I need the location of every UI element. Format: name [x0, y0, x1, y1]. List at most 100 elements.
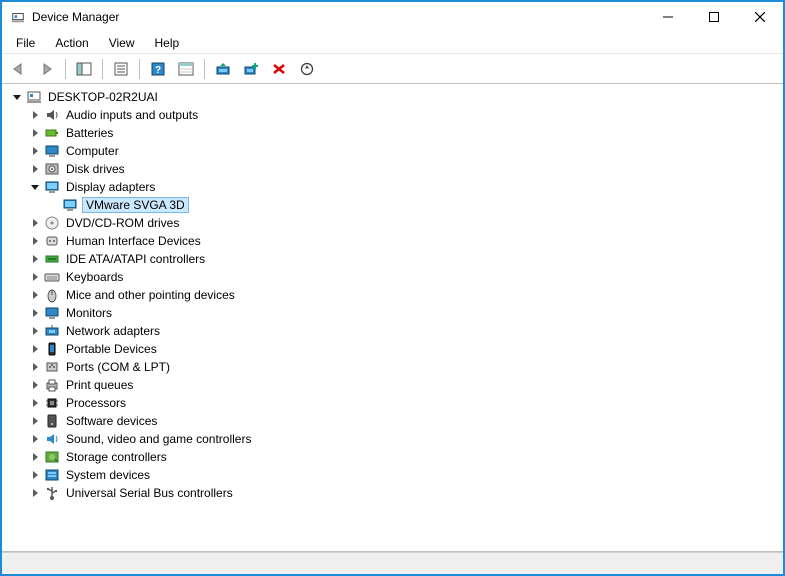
tree-category-node[interactable]: Software devices [2, 412, 783, 430]
tree-category-node[interactable]: Batteries [2, 124, 783, 142]
tree-category-node[interactable]: Display adapters [2, 178, 783, 196]
portable-icon [44, 341, 60, 357]
expand-icon[interactable] [28, 234, 42, 248]
tree-node-label: Keyboards [64, 270, 125, 284]
tree-node-label: Human Interface Devices [64, 234, 203, 248]
tree-node-label: Network adapters [64, 324, 162, 338]
keyboard-icon [44, 269, 60, 285]
tree-node-label: Software devices [64, 414, 159, 428]
expand-icon[interactable] [28, 450, 42, 464]
tree-category-node[interactable]: Portable Devices [2, 340, 783, 358]
tree-category-node[interactable]: IDE ATA/ATAPI controllers [2, 250, 783, 268]
svg-text:?: ? [155, 65, 161, 76]
menu-action[interactable]: Action [47, 34, 96, 52]
menu-file[interactable]: File [8, 34, 43, 52]
disable-device-button[interactable] [266, 57, 292, 81]
expand-icon[interactable] [28, 414, 42, 428]
usb-icon [44, 485, 60, 501]
tree-node-label: Storage controllers [64, 450, 169, 464]
tree-category-node[interactable]: Universal Serial Bus controllers [2, 484, 783, 502]
expand-icon[interactable] [28, 468, 42, 482]
tree-root-node[interactable]: DESKTOP-02R2UAI [2, 88, 783, 106]
app-icon [10, 9, 26, 25]
forward-button[interactable] [34, 57, 60, 81]
expand-icon[interactable] [28, 270, 42, 284]
expand-icon[interactable] [28, 162, 42, 176]
expand-icon[interactable] [28, 126, 42, 140]
expand-icon[interactable] [28, 486, 42, 500]
tree-device-node[interactable]: VMware SVGA 3D [2, 196, 783, 214]
tree-category-node[interactable]: Keyboards [2, 268, 783, 286]
storage-icon [44, 449, 60, 465]
tree-category-node[interactable]: Print queues [2, 376, 783, 394]
tree-node-label: Portable Devices [64, 342, 159, 356]
toolbar-separator [102, 59, 103, 79]
dvd-icon [44, 215, 60, 231]
detail-view-button[interactable] [173, 57, 199, 81]
back-button[interactable] [6, 57, 32, 81]
expand-icon[interactable] [28, 432, 42, 446]
scan-hardware-button[interactable] [294, 57, 320, 81]
tree-category-node[interactable]: Processors [2, 394, 783, 412]
update-driver-button[interactable] [210, 57, 236, 81]
display-icon [44, 179, 60, 195]
tree-node-label: Computer [64, 144, 121, 158]
tree-category-node[interactable]: Sound, video and game controllers [2, 430, 783, 448]
expand-icon[interactable] [28, 342, 42, 356]
tree-node-label: Monitors [64, 306, 114, 320]
menu-view[interactable]: View [101, 34, 143, 52]
device-manager-window: Device Manager File Action View Help [0, 0, 785, 576]
tree-category-node[interactable]: DVD/CD-ROM drives [2, 214, 783, 232]
network-icon [44, 323, 60, 339]
printers-icon [44, 377, 60, 393]
uninstall-device-button[interactable] [238, 57, 264, 81]
disk-icon [44, 161, 60, 177]
close-button[interactable] [737, 2, 783, 32]
maximize-button[interactable] [691, 2, 737, 32]
expand-icon[interactable] [28, 396, 42, 410]
expand-icon[interactable] [28, 378, 42, 392]
tree-category-node[interactable]: Disk drives [2, 160, 783, 178]
tree-node-label: VMware SVGA 3D [82, 197, 189, 213]
expand-icon[interactable] [28, 108, 42, 122]
collapse-icon[interactable] [10, 90, 24, 104]
expand-icon[interactable] [28, 216, 42, 230]
expand-icon[interactable] [28, 324, 42, 338]
tree-node-label: Batteries [64, 126, 115, 140]
computer-icon [26, 89, 42, 105]
tree-category-node[interactable]: Ports (COM & LPT) [2, 358, 783, 376]
hid-icon [44, 233, 60, 249]
tree-category-node[interactable]: Human Interface Devices [2, 232, 783, 250]
tree-category-node[interactable]: System devices [2, 466, 783, 484]
tree-category-node[interactable]: Network adapters [2, 322, 783, 340]
collapse-icon[interactable] [28, 180, 42, 194]
toolbar-separator [139, 59, 140, 79]
sound-icon [44, 431, 60, 447]
battery-icon [44, 125, 60, 141]
expand-icon[interactable] [28, 252, 42, 266]
minimize-button[interactable] [645, 2, 691, 32]
expand-icon[interactable] [28, 144, 42, 158]
computer-icon [44, 143, 60, 159]
tree-category-node[interactable]: Monitors [2, 304, 783, 322]
audio-icon [44, 107, 60, 123]
expand-icon[interactable] [28, 288, 42, 302]
expand-icon[interactable] [28, 360, 42, 374]
tree-category-node[interactable]: Audio inputs and outputs [2, 106, 783, 124]
window-title: Device Manager [32, 10, 119, 24]
device-tree[interactable]: DESKTOP-02R2UAIAudio inputs and outputs B… [2, 84, 783, 552]
display-icon [62, 197, 78, 213]
expand-icon[interactable] [28, 306, 42, 320]
menu-help[interactable]: Help [147, 34, 188, 52]
tree-node-label: Universal Serial Bus controllers [64, 486, 235, 500]
tree-category-node[interactable]: Computer [2, 142, 783, 160]
tree-node-label: Display adapters [64, 180, 157, 194]
tree-category-node[interactable]: Storage controllers [2, 448, 783, 466]
help-button[interactable]: ? [145, 57, 171, 81]
tree-node-label: Disk drives [64, 162, 127, 176]
cpu-icon [44, 395, 60, 411]
show-hide-console-tree-button[interactable] [71, 57, 97, 81]
tree-category-node[interactable]: Mice and other pointing devices [2, 286, 783, 304]
properties-button[interactable] [108, 57, 134, 81]
system-icon [44, 467, 60, 483]
